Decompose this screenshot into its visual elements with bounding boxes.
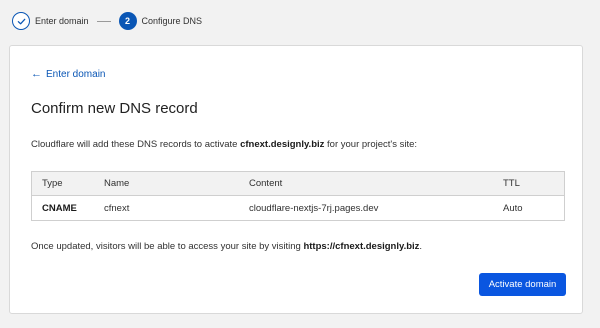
back-to-enter-domain-link[interactable]: ← Enter domain [31, 68, 105, 80]
step-connector [96, 20, 111, 22]
note-url: https://cfnext.designly.biz [303, 241, 420, 252]
record-type-cell: CNAME [42, 202, 77, 214]
back-link-label: Enter domain [46, 68, 106, 80]
step-current-indicator: 2 [118, 12, 137, 30]
intro-prefix: Cloudflare will add these DNS records to… [31, 139, 241, 150]
note-prefix: Once updated, visitors will be able to a… [31, 241, 304, 252]
activate-domain-button[interactable]: Activate domain [479, 273, 566, 296]
step-complete-indicator [12, 12, 30, 30]
intro-suffix: for your project's site: [324, 139, 418, 150]
intro-domain: cfnext.designly.biz [240, 139, 325, 150]
intro-text: Cloudflare will add these DNS records to… [31, 139, 417, 150]
record-ttl-cell: Auto [503, 202, 523, 214]
record-name-cell: cfnext [104, 202, 130, 214]
column-header-type: Type [31, 171, 94, 196]
confirm-dns-card: ← Enter domain Confirm new DNS record Cl… [9, 45, 583, 314]
column-header-ttl: TTL [493, 171, 565, 196]
check-icon [17, 18, 25, 24]
column-header-content: Content [239, 171, 493, 196]
note-suffix: . [419, 241, 423, 252]
table-row: CNAME cfnext cloudflare-nextjs-7rj.pages… [32, 196, 565, 221]
column-header-name: Name [94, 171, 239, 196]
step-label-configure-dns: Configure DNS [141, 16, 203, 26]
dns-records-table: Type Name Content TTL CNAME cfnext cloud… [31, 171, 565, 221]
page-title: Confirm new DNS record [31, 100, 198, 117]
step-label-enter-domain: Enter domain [35, 16, 89, 26]
table-header-row: Type Name Content TTL [31, 171, 565, 196]
record-content-cell: cloudflare-nextjs-7rj.pages.dev [249, 202, 379, 214]
progress-stepper: Enter domain 2 Configure DNS [12, 10, 202, 32]
arrow-left-icon: ← [31, 68, 42, 80]
access-note: Once updated, visitors will be able to a… [31, 241, 422, 252]
